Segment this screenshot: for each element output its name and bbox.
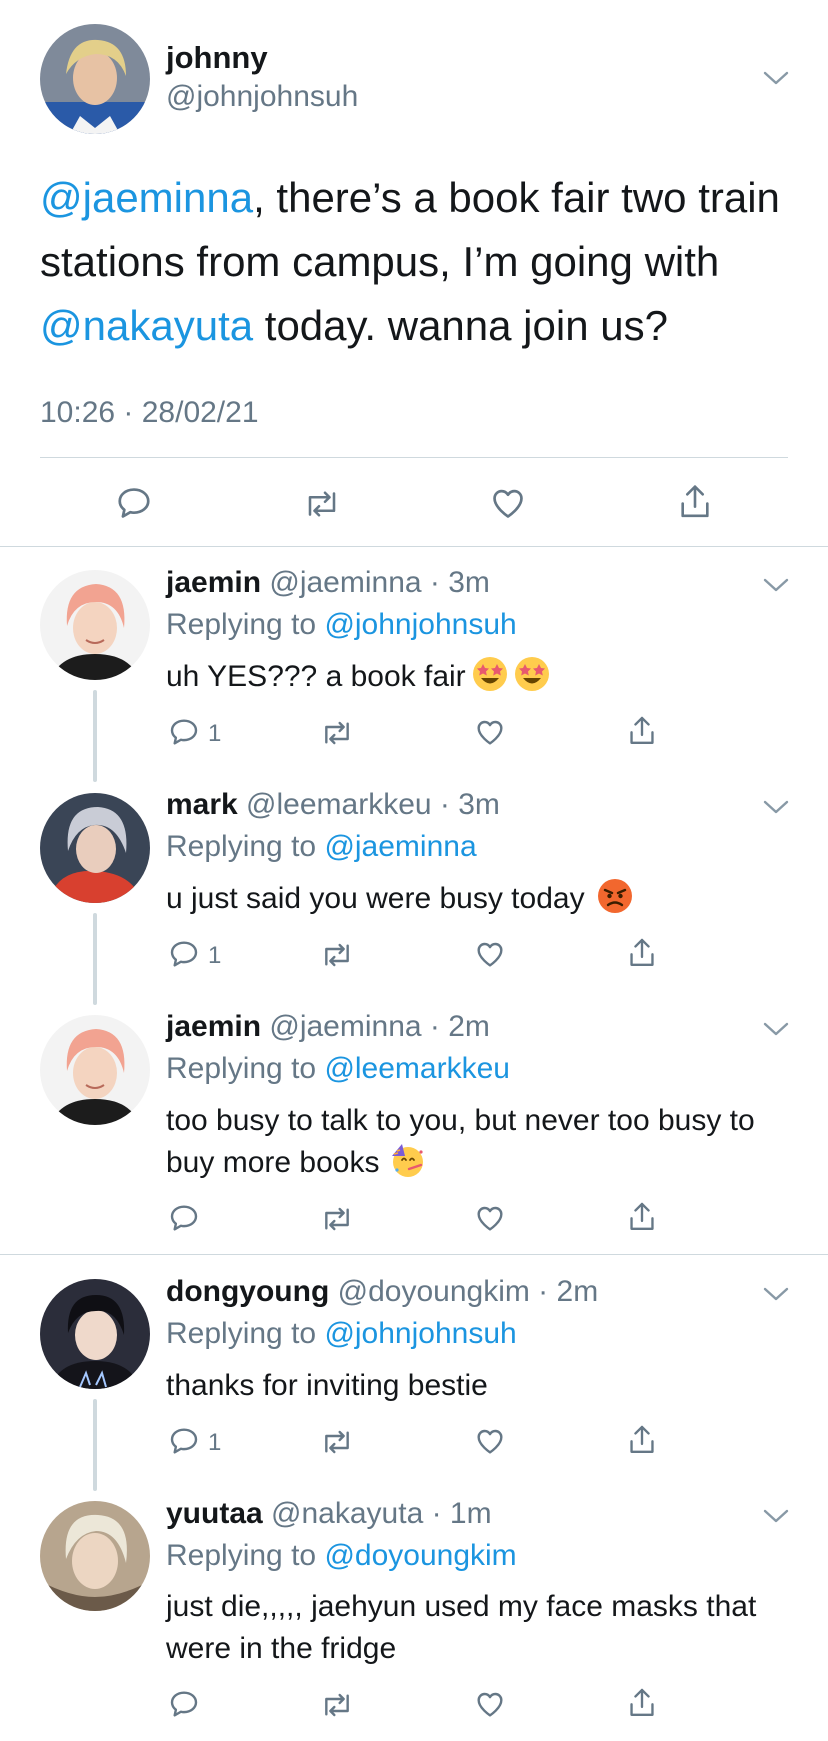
- share-icon[interactable]: [626, 1423, 658, 1457]
- reply-text-content: too busy to talk to you, but never too b…: [166, 1104, 755, 1179]
- avatar-jaemin[interactable]: [40, 1015, 150, 1125]
- author-name[interactable]: jaemin: [166, 1010, 261, 1043]
- author-handle-time: @leemarkkeu · 3m: [237, 788, 500, 821]
- replying-to: Replying to @johnjohnsuh: [166, 1317, 517, 1351]
- reply-icon[interactable]: [168, 1425, 200, 1457]
- reply-header[interactable]: jaemin @jaeminna · 3m: [166, 566, 490, 600]
- replying-to-link[interactable]: @jaeminna: [324, 830, 476, 863]
- retweet-icon[interactable]: [319, 717, 355, 749]
- avatar-jaemin[interactable]: [40, 570, 150, 680]
- tweet-text-segment: today. wanna join us?: [253, 302, 668, 349]
- avatar-yuutaa[interactable]: [40, 1501, 150, 1611]
- reply-count: 1: [208, 942, 222, 969]
- replying-to-link[interactable]: @johnjohnsuh: [324, 608, 516, 641]
- share-icon[interactable]: [626, 714, 658, 748]
- replying-to-link[interactable]: @doyoungkim: [324, 1539, 516, 1572]
- star-struck-emoji: [472, 656, 508, 692]
- author-handle-time: @jaeminna · 2m: [261, 1010, 490, 1043]
- reply-count: 1: [208, 1429, 222, 1456]
- reply-icon[interactable]: [168, 1688, 200, 1720]
- replying-to-label: Replying to: [166, 830, 325, 863]
- reply-icon[interactable]: [168, 716, 200, 748]
- reply-text-content: thanks for inviting bestie: [166, 1369, 488, 1402]
- replying-to-label: Replying to: [166, 1052, 325, 1085]
- tweet-text: @jaeminna, there’s a book fair two train…: [40, 166, 800, 358]
- reply-text-content: just die,,,,, jaehyun used my face masks…: [166, 1590, 757, 1665]
- reply-icon[interactable]: [168, 938, 200, 970]
- author-name[interactable]: jaemin: [166, 566, 261, 599]
- reply-text-content: u just said you were busy today: [166, 882, 585, 915]
- share-icon[interactable]: [626, 936, 658, 970]
- star-struck-emoji: [514, 656, 550, 692]
- replying-to-label: Replying to: [166, 608, 325, 641]
- avatar-mark[interactable]: [40, 793, 150, 903]
- reply-header[interactable]: jaemin @jaeminna · 2m: [166, 1010, 490, 1044]
- thread-line: [93, 913, 97, 1005]
- retweet-icon[interactable]: [319, 1203, 355, 1235]
- retweet-icon[interactable]: [319, 939, 355, 971]
- reply-text: too busy to talk to you, but never too b…: [166, 1100, 806, 1184]
- reply-text-content: uh YES??? a book fair: [166, 660, 466, 693]
- partying-face-emoji: [389, 1142, 425, 1178]
- reply-text: u just said you were busy today: [166, 878, 806, 920]
- replying-to-label: Replying to: [166, 1539, 325, 1572]
- author-name[interactable]: mark: [166, 788, 238, 821]
- chevron-down-icon[interactable]: [763, 799, 789, 815]
- like-icon[interactable]: [474, 1202, 506, 1234]
- replying-to-link[interactable]: @leemarkkeu: [324, 1052, 510, 1085]
- reply-icon[interactable]: [168, 1202, 200, 1234]
- reply-header[interactable]: dongyoung @doyoungkim · 2m: [166, 1275, 598, 1309]
- retweet-icon[interactable]: [302, 486, 342, 522]
- share-icon[interactable]: [626, 1200, 658, 1234]
- tweet-timestamp[interactable]: 10:26 · 28/02/21: [40, 396, 259, 430]
- reply-header[interactable]: mark @leemarkkeu · 3m: [166, 788, 500, 822]
- like-icon[interactable]: [474, 716, 506, 748]
- replying-to-link[interactable]: @johnjohnsuh: [324, 1317, 516, 1350]
- replying-to: Replying to @johnjohnsuh: [166, 608, 517, 642]
- author-handle[interactable]: @johnjohnsuh: [166, 80, 358, 114]
- reply-text: thanks for inviting bestie: [166, 1365, 806, 1407]
- chevron-down-icon[interactable]: [763, 1508, 789, 1524]
- divider: [40, 457, 788, 458]
- reply-text: uh YES??? a book fair: [166, 656, 806, 698]
- author-name[interactable]: johnny: [166, 40, 268, 76]
- chevron-down-icon[interactable]: [763, 70, 789, 86]
- divider: [0, 1254, 828, 1255]
- author-name[interactable]: yuutaa: [166, 1497, 263, 1530]
- author-name[interactable]: dongyoung: [166, 1275, 329, 1308]
- reply-count: 1: [208, 720, 222, 747]
- reply-icon[interactable]: [115, 484, 153, 522]
- chevron-down-icon[interactable]: [763, 1286, 789, 1302]
- replying-to-label: Replying to: [166, 1317, 325, 1350]
- like-icon[interactable]: [474, 938, 506, 970]
- mention-link[interactable]: @nakayuta: [40, 302, 253, 349]
- like-icon[interactable]: [489, 484, 527, 522]
- like-icon[interactable]: [474, 1688, 506, 1720]
- replying-to: Replying to @jaeminna: [166, 830, 477, 864]
- author-handle-time: @nakayuta · 1m: [262, 1497, 492, 1530]
- author-handle-time: @jaeminna · 3m: [261, 566, 490, 599]
- angry-face-emoji: [597, 878, 633, 914]
- share-icon[interactable]: [676, 482, 714, 522]
- divider: [0, 546, 828, 547]
- chevron-down-icon[interactable]: [763, 1021, 789, 1037]
- retweet-icon[interactable]: [319, 1689, 355, 1721]
- author-handle-time: @doyoungkim · 2m: [329, 1275, 599, 1308]
- reply-header[interactable]: yuutaa @nakayuta · 1m: [166, 1497, 492, 1531]
- thread-line: [93, 690, 97, 782]
- avatar-johnny[interactable]: [40, 24, 150, 134]
- avatar-dongyoung[interactable]: [40, 1279, 150, 1389]
- replying-to: Replying to @leemarkkeu: [166, 1052, 510, 1086]
- replying-to: Replying to @doyoungkim: [166, 1539, 517, 1573]
- chevron-down-icon[interactable]: [763, 577, 789, 593]
- retweet-icon[interactable]: [319, 1426, 355, 1458]
- share-icon[interactable]: [626, 1686, 658, 1720]
- like-icon[interactable]: [474, 1425, 506, 1457]
- mention-link[interactable]: @jaeminna: [40, 174, 253, 221]
- reply-text: just die,,,,, jaehyun used my face masks…: [166, 1586, 766, 1670]
- thread-line: [93, 1399, 97, 1491]
